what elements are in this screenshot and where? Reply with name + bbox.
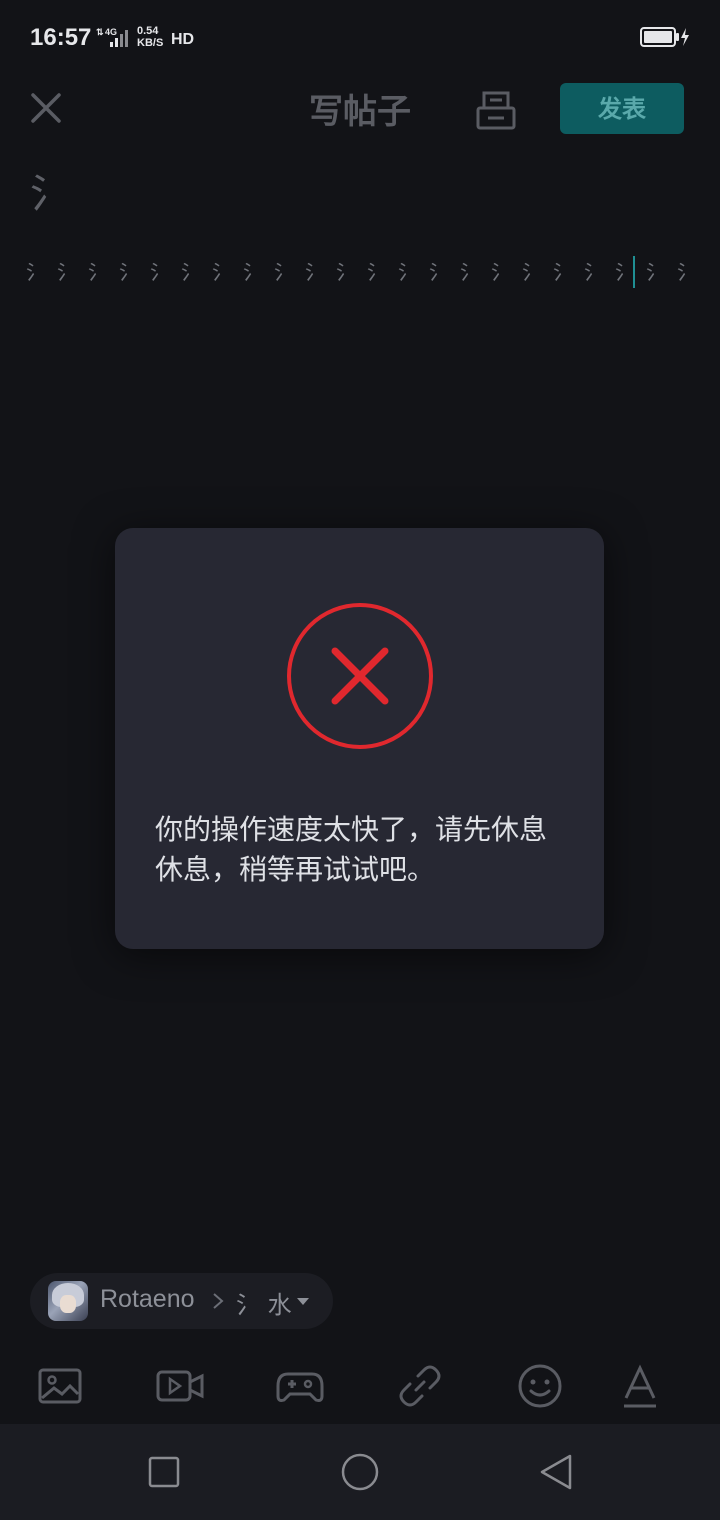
text-cursor	[633, 256, 635, 288]
hd-indicator: HD	[171, 31, 195, 48]
rate-limit-dialog: 你的操作速度太快了，请先休息休息，稍等再试试吧。	[115, 528, 604, 949]
dropdown-caret-icon	[297, 1298, 309, 1305]
community-avatar	[48, 1281, 88, 1321]
status-bar: 16:57 ⇅ 4G 0.54 KB/S HD	[0, 0, 720, 72]
system-nav-bar	[0, 1424, 720, 1520]
image-icon[interactable]	[36, 1362, 84, 1410]
text-format-icon[interactable]	[616, 1362, 664, 1410]
publish-button[interactable]: 发表	[560, 83, 684, 134]
game-icon[interactable]	[276, 1362, 324, 1410]
video-icon[interactable]	[156, 1362, 204, 1410]
board-name: 氵 水	[236, 1291, 292, 1319]
battery-icon	[640, 27, 689, 47]
svg-text:⇅: ⇅	[96, 27, 104, 37]
error-x-icon	[287, 603, 433, 749]
post-body-input[interactable]: 氵氵氵氵氵氵氵氵氵氵氵氵氵氵氵氵氵氵氵氵氵氵	[26, 250, 694, 294]
network-type: 4G	[105, 27, 117, 37]
header: 写帖子 发表	[0, 72, 720, 148]
network-speed: 0.54 KB/S	[137, 25, 164, 49]
editor-toolbar	[0, 1352, 720, 1424]
link-icon[interactable]	[396, 1362, 444, 1410]
dialog-message: 你的操作速度太快了，请先休息休息，稍等再试试吧。	[155, 813, 548, 886]
back-icon[interactable]	[532, 1448, 580, 1496]
recents-icon[interactable]	[140, 1448, 188, 1496]
emoji-icon[interactable]	[516, 1362, 564, 1410]
home-icon[interactable]	[336, 1448, 384, 1496]
status-time: 16:57	[30, 24, 92, 51]
post-title-input[interactable]: 氵	[30, 166, 690, 222]
chevron-right-icon	[213, 1293, 224, 1309]
community-selector[interactable]: Rotaeno 氵 水	[30, 1273, 333, 1329]
community-name: Rotaeno	[100, 1285, 195, 1313]
post-editor-screen: 16:57 ⇅ 4G 0.54 KB/S HD 写帖子 发表 氵 氵氵氵氵氵氵氵…	[0, 0, 720, 1520]
drafts-icon[interactable]	[474, 88, 518, 132]
